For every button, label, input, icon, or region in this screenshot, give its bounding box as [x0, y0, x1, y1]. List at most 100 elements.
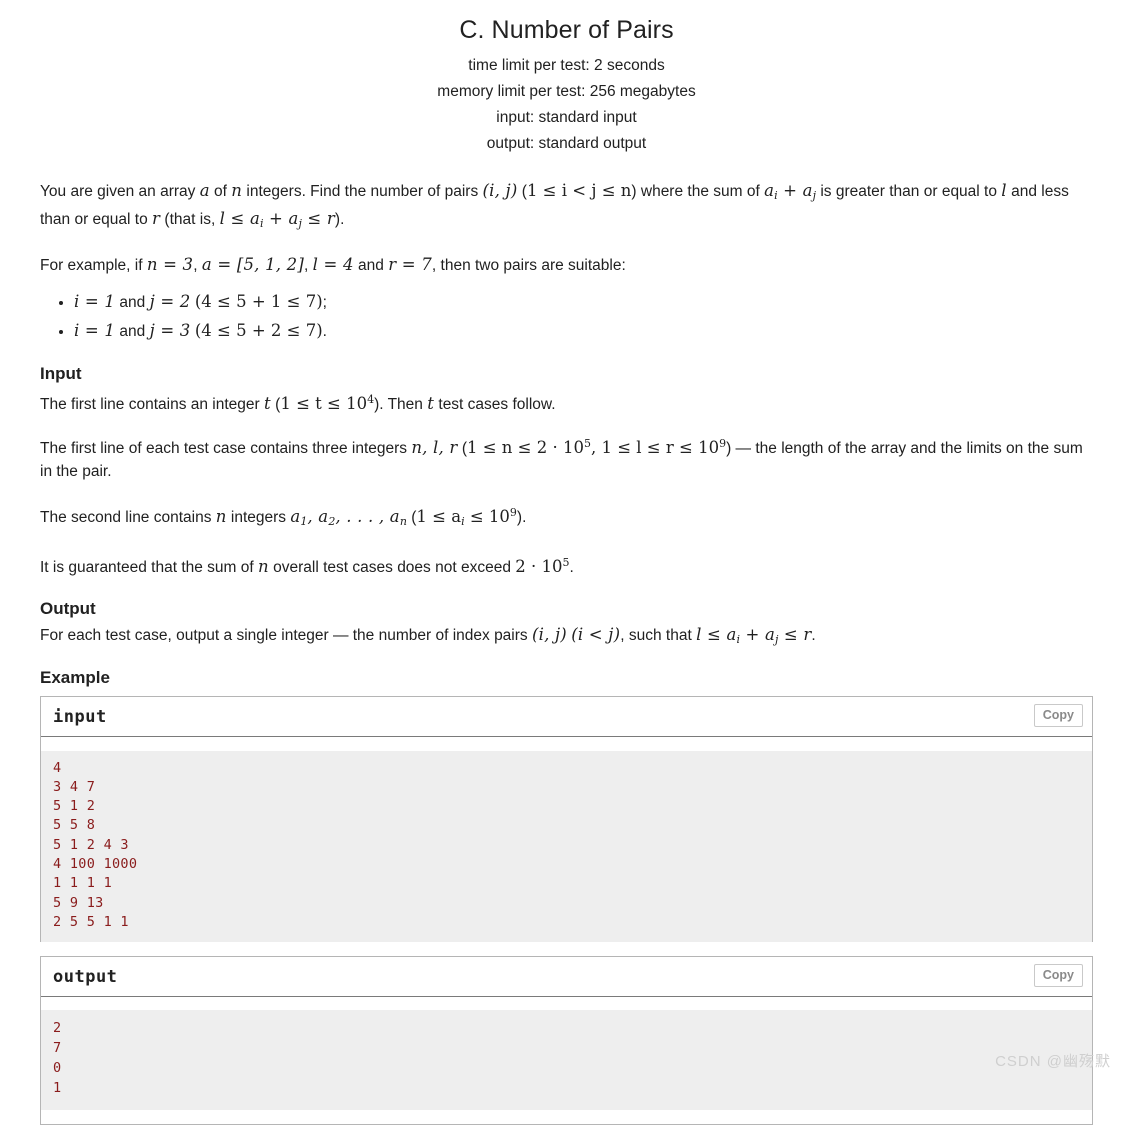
- math-run: 1 ≤ t ≤ 104: [280, 393, 374, 413]
- math-run: i = 1: [74, 321, 116, 340]
- text-run: (: [406, 509, 417, 526]
- math-sym: l ≤ a: [696, 625, 737, 644]
- math-run: (4 ≤ 5 + 2 ≤ 7): [194, 321, 323, 340]
- text-run: test cases follow.: [434, 396, 556, 413]
- text-run: (: [270, 396, 281, 413]
- text-run: (: [457, 440, 467, 457]
- text-run: is greater than or equal to: [816, 183, 1002, 200]
- text-run: .: [811, 627, 816, 644]
- math-sym: ≤ 10: [464, 507, 510, 526]
- math-sym: a: [290, 507, 301, 526]
- math-run: 1 ≤ i < j ≤ n: [526, 181, 632, 200]
- math-sym: 1 ≤ n ≤ 2 · 10: [466, 438, 584, 457]
- text-run: ).: [334, 211, 345, 228]
- output-mode-line: output: standard output: [486, 135, 647, 152]
- math-run: n: [215, 507, 227, 526]
- sample-output-header: output Copy: [41, 956, 1092, 997]
- math-sym: , 1 ≤ l ≤ r ≤ 10: [590, 438, 720, 457]
- math-run: t: [264, 394, 271, 413]
- text-run: integers. Find the number of pairs: [242, 183, 483, 200]
- sample-input-label: input: [53, 707, 107, 727]
- sample-input-header: input Copy: [41, 697, 1092, 737]
- math-sub: n: [399, 515, 407, 528]
- math-sym: 1 ≤ a: [416, 507, 462, 526]
- input-paragraph-1: The first line contains an integer t (1 …: [40, 388, 1093, 416]
- math-sym: a: [764, 181, 775, 200]
- text-run: , such that: [620, 627, 697, 644]
- math-run: i = 1: [74, 292, 116, 311]
- input-section-title: Input: [40, 364, 82, 383]
- text-run: .: [569, 559, 574, 576]
- math-run: j = 2: [149, 292, 191, 311]
- input-mode-line: input: standard input: [496, 109, 637, 126]
- problem-page: C. Number of Pairs time limit per test: …: [0, 0, 1133, 1125]
- text-run: The second line contains: [40, 509, 216, 526]
- watermark: CSDN @幽殇默: [995, 1053, 1111, 1070]
- page-title: C. Number of Pairs: [459, 16, 674, 44]
- copy-output-button[interactable]: Copy: [1033, 963, 1083, 987]
- text-run: , then two pairs are suitable:: [431, 257, 626, 274]
- math-run: n: [231, 181, 243, 200]
- statement-paragraph-intro: You are given an array a of n integers. …: [40, 179, 1093, 235]
- math-sym: ≤ r: [301, 209, 335, 228]
- math-run: (i, j): [531, 625, 567, 644]
- math-run: n = 3: [146, 255, 194, 274]
- math-run: l = 4: [312, 255, 354, 274]
- example-pairs-list: i = 1 and j = 2 (4 ≤ 5 + 1 ≤ 7); i = 1 a…: [40, 289, 1093, 344]
- copy-input-button[interactable]: Copy: [1033, 704, 1083, 727]
- math-run: n: [258, 557, 269, 576]
- math-sym: l ≤ a: [219, 209, 260, 228]
- statement-paragraph-example: For example, if n = 3, a = [5, 1, 2], l …: [40, 253, 1093, 277]
- text-run: of: [209, 183, 232, 200]
- math-run: 1 ≤ n ≤ 2 · 105, 1 ≤ l ≤ r ≤ 109: [466, 437, 727, 457]
- sample-input-data: 4 3 4 7 5 1 2 5 5 8 5 1 2 4 3 4 100 1000…: [41, 750, 1092, 943]
- text-run: and: [115, 323, 150, 340]
- math-sym: + a: [740, 625, 775, 644]
- sample-output-label: output: [53, 966, 118, 987]
- math-run: a: [199, 181, 210, 200]
- math-run: (i, j): [482, 181, 518, 200]
- math-run: ai + aj: [764, 181, 816, 202]
- text-run: ).: [516, 509, 527, 526]
- math-run: l ≤ ai + aj ≤ r: [219, 209, 335, 230]
- text-run: The first line of each test case contain…: [40, 440, 412, 457]
- text-run: For example, if: [40, 257, 147, 274]
- math-run: a1, a2, . . . , an: [290, 507, 407, 528]
- output-section-title: Output: [40, 599, 96, 618]
- math-run: r = 7: [388, 255, 432, 274]
- math-sym: + a: [263, 209, 299, 228]
- text-run: integers: [226, 509, 291, 526]
- text-run: and: [115, 294, 150, 311]
- math-sup: 9: [719, 437, 727, 450]
- time-limit-line: time limit per test: 2 seconds: [468, 57, 665, 74]
- math-sym: , a: [307, 507, 329, 526]
- text-run: ,: [304, 257, 313, 274]
- problem-header: C. Number of Pairs time limit per test: …: [14, 0, 1119, 157]
- math-run: 1 ≤ ai ≤ 109: [416, 506, 517, 528]
- math-sup: 9: [509, 506, 517, 519]
- sample-output-data: 2 7 0 1: [41, 1010, 1092, 1111]
- math-sym: 1 ≤ t ≤ 10: [280, 394, 368, 413]
- input-paragraph-4: It is guaranteed that the sum of n overa…: [40, 551, 1093, 579]
- text-run: You are given an array: [40, 183, 200, 200]
- input-paragraph-3: The second line contains n integers a1, …: [40, 501, 1093, 533]
- text-run: and: [353, 257, 389, 274]
- text-run: .: [322, 323, 327, 340]
- math-run: 2 · 105: [515, 556, 569, 576]
- output-section: Output For each test case, output a sing…: [40, 597, 1093, 651]
- input-paragraph-2: The first line of each test case contain…: [40, 432, 1093, 483]
- math-sup: 5: [583, 437, 591, 450]
- text-run: (: [517, 183, 527, 200]
- sample-output-block: output Copy 2 7 0 1: [40, 955, 1093, 1125]
- memory-limit-line: memory limit per test: 256 megabytes: [437, 83, 696, 100]
- problem-statement: You are given an array a of n integers. …: [14, 179, 1119, 651]
- math-run: a = [5, 1, 2]: [201, 255, 304, 274]
- math-sym: + a: [777, 181, 813, 200]
- text-run: ). Then: [374, 396, 428, 413]
- math-run: r: [152, 209, 161, 228]
- text-run: (that is,: [160, 211, 220, 228]
- text-run: It is guaranteed that the sum of: [40, 559, 258, 576]
- text-run: overall test cases does not exceed: [268, 559, 516, 576]
- text-run: The first line contains an integer: [40, 396, 265, 413]
- math-run: j = 3: [149, 321, 191, 340]
